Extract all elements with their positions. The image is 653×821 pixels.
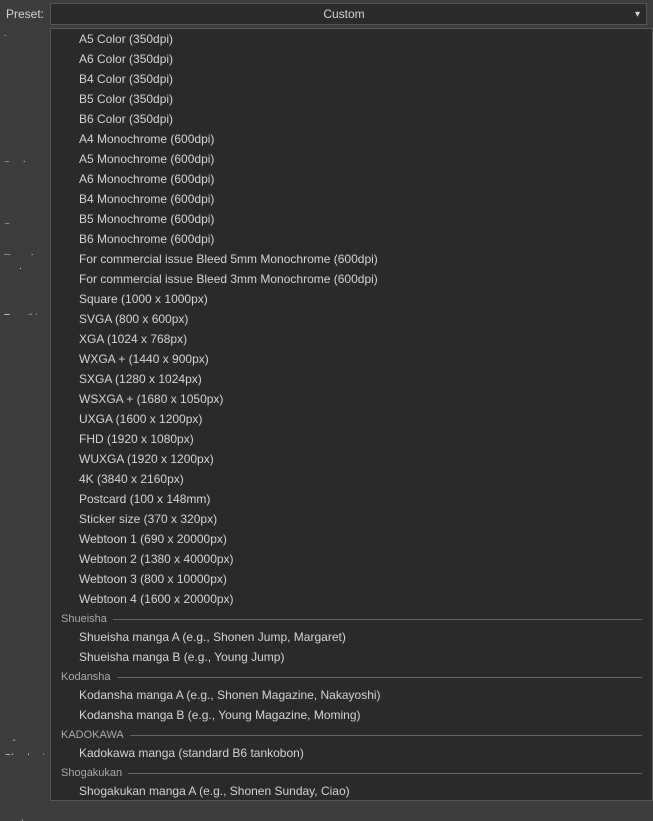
chevron-down-icon: ▾: [635, 9, 640, 20]
dropdown-item[interactable]: Webtoon 3 (800 x 10000px): [51, 569, 652, 589]
left-panel: is Basic expi Paper col Template omic Se…: [0, 28, 50, 801]
dropdown-item[interactable]: A5 Color (350dpi): [51, 29, 652, 49]
dropdown-item[interactable]: Kodansha manga B (e.g., Young Magazine, …: [51, 705, 652, 725]
dropdown-item[interactable]: Webtoon 2 (1380 x 40000px): [51, 549, 652, 569]
left-panel-cord-timel: cord timel: [4, 817, 46, 821]
preset-dropdown-value: Custom: [57, 7, 631, 21]
dropdown-item[interactable]: A5 Monochrome (600dpi): [51, 149, 652, 169]
preset-label: Preset:: [6, 7, 44, 21]
dropdown-item[interactable]: B5 Color (350dpi): [51, 89, 652, 109]
dropdown-item[interactable]: B4 Color (350dpi): [51, 69, 652, 89]
dropdown-item[interactable]: For commercial issue Bleed 5mm Monochrom…: [51, 249, 652, 269]
dropdown-item[interactable]: Webtoon 4 (1600 x 20000px): [51, 589, 652, 609]
dropdown-item[interactable]: WXGA + (1440 x 900px): [51, 349, 652, 369]
dropdown-item[interactable]: B6 Color (350dpi): [51, 109, 652, 129]
dropdown-item[interactable]: WSXGA + (1680 x 1050px): [51, 389, 652, 409]
dropdown-item[interactable]: A6 Color (350dpi): [51, 49, 652, 69]
dropdown-item[interactable]: XGA (1024 x 768px): [51, 329, 652, 349]
dropdown-item[interactable]: Shogakukan manga A (e.g., Shonen Sunday,…: [51, 781, 652, 801]
dropdown-item[interactable]: Square (1000 x 1000px): [51, 289, 652, 309]
dropdown-item[interactable]: Webtoon 1 (690 x 20000px): [51, 529, 652, 549]
dropdown-item[interactable]: SVGA (800 x 600px): [51, 309, 652, 329]
left-panel-template: Template: [4, 251, 46, 255]
dropdown-item[interactable]: SXGA (1280 x 1024px): [51, 369, 652, 389]
left-panel-omic-setti: omic Setti: [4, 265, 46, 269]
left-panel-check-wi: Check wi: [4, 751, 46, 755]
dropdown-item[interactable]: Shueisha manga B (e.g., Young Jump): [51, 647, 652, 667]
dropdown-item[interactable]: B6 Monochrome (600dpi): [51, 229, 652, 249]
left-panel-turn-this: Turn this with a se: [4, 311, 46, 315]
dropdown-item[interactable]: UXGA (1600 x 1200px): [51, 409, 652, 429]
preset-dropdown-list[interactable]: A5 Color (350dpi)A6 Color (350dpi)B4 Col…: [50, 28, 653, 801]
dropdown-item[interactable]: A6 Monochrome (600dpi): [51, 169, 652, 189]
dropdown-item[interactable]: 4K (3840 x 2160px): [51, 469, 652, 489]
dropdown-item[interactable]: Postcard (100 x 148mm): [51, 489, 652, 509]
dropdown-item[interactable]: B5 Monochrome (600dpi): [51, 209, 652, 229]
left-panel-paper-col: Paper col: [4, 220, 46, 224]
dropdown-item[interactable]: B4 Monochrome (600dpi): [51, 189, 652, 209]
dropdown-item[interactable]: FHD (1920 x 1080px): [51, 429, 652, 449]
left-panel-g-for-fanzi: g for fanzi: [4, 737, 46, 741]
dropdown-item[interactable]: WUXGA (1920 x 1200px): [51, 449, 652, 469]
dropdown-group-header: KADOKAWA: [51, 725, 652, 743]
dropdown-item[interactable]: Shueisha manga A (e.g., Shonen Jump, Mar…: [51, 627, 652, 647]
dropdown-item[interactable]: A4 Monochrome (600dpi): [51, 129, 652, 149]
dropdown-group-header: Shueisha: [51, 609, 652, 627]
dropdown-group-header: Shogakukan: [51, 763, 652, 781]
dropdown-item[interactable]: Kodansha manga A (e.g., Shonen Magazine,…: [51, 685, 652, 705]
dropdown-item[interactable]: Kadokawa manga (standard B6 tankobon): [51, 743, 652, 763]
preset-bar: Preset: Custom ▾: [0, 0, 653, 28]
dropdown-item[interactable]: For commercial issue Bleed 3mm Monochrom…: [51, 269, 652, 289]
dropdown-group-header: Kodansha: [51, 667, 652, 685]
left-panel-basic-exp: Basic expi: [4, 158, 46, 162]
dropdown-item[interactable]: Sticker size (370 x 320px): [51, 509, 652, 529]
left-panel-is: is: [4, 32, 46, 36]
preset-dropdown[interactable]: Custom ▾: [50, 3, 647, 25]
